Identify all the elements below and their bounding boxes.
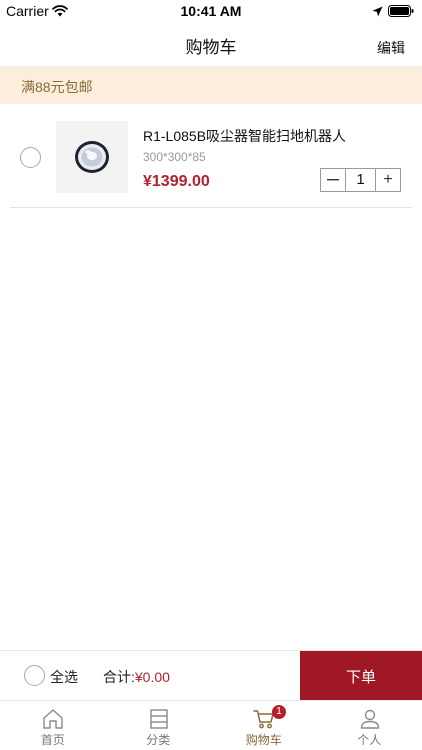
tab-cart[interactable]: 1 购物车 — [211, 701, 317, 750]
place-order-button[interactable]: 下单 — [300, 651, 422, 701]
person-icon — [360, 709, 379, 729]
total-label: 合计: — [103, 669, 135, 685]
tab-category-label: 分类 — [146, 733, 171, 747]
product-spec: 300*300*85 — [143, 150, 206, 164]
nav-bar: 购物车 编辑 — [0, 22, 422, 66]
location-arrow-icon — [372, 4, 383, 22]
tab-profile-label: 个人 — [357, 733, 382, 747]
increment-button[interactable]: + — [376, 169, 400, 191]
cart-badge: 1 — [272, 705, 286, 719]
select-all-radio[interactable] — [24, 665, 45, 686]
battery-icon — [388, 4, 414, 22]
home-icon — [43, 709, 63, 729]
quantity-value[interactable]: 1 — [345, 169, 376, 191]
status-bar: Carrier 10:41 AM — [0, 0, 422, 22]
product-price: ¥1399.00 — [143, 173, 210, 190]
category-icon — [149, 709, 168, 729]
checkout-bar: 全选 合计:¥0.00 下单 — [0, 650, 422, 701]
item-select-radio[interactable] — [20, 147, 41, 168]
tab-cart-label: 购物车 — [245, 733, 282, 747]
edit-button[interactable]: 编辑 — [377, 38, 405, 58]
tab-home[interactable]: 首页 — [0, 701, 106, 750]
tab-home-label: 首页 — [40, 733, 65, 747]
minus-icon — [327, 179, 339, 181]
product-name[interactable]: R1-L085B吸尘器智能扫地机器人 — [143, 126, 346, 146]
page-title: 购物车 — [185, 38, 237, 57]
tab-profile[interactable]: 个人 — [317, 701, 422, 750]
select-all-label[interactable]: 全选 — [50, 667, 78, 687]
cart-item: R1-L085B吸尘器智能扫地机器人 300*300*85 ¥1399.00 1… — [10, 104, 412, 208]
total-value: ¥0.00 — [134, 669, 170, 685]
tab-bar: 首页 分类 1 购物车 个人 — [0, 700, 422, 750]
total-display: 合计:¥0.00 — [103, 667, 170, 687]
free-shipping-text: 满88元包邮 — [21, 79, 93, 95]
tab-category[interactable]: 分类 — [106, 701, 212, 750]
free-shipping-banner: 满88元包邮 — [0, 66, 422, 104]
robot-vacuum-icon — [75, 141, 109, 173]
quantity-stepper: 1 + — [320, 168, 401, 192]
product-thumbnail[interactable] — [56, 121, 128, 193]
decrement-button[interactable] — [321, 169, 345, 191]
clock: 10:41 AM — [180, 3, 242, 19]
